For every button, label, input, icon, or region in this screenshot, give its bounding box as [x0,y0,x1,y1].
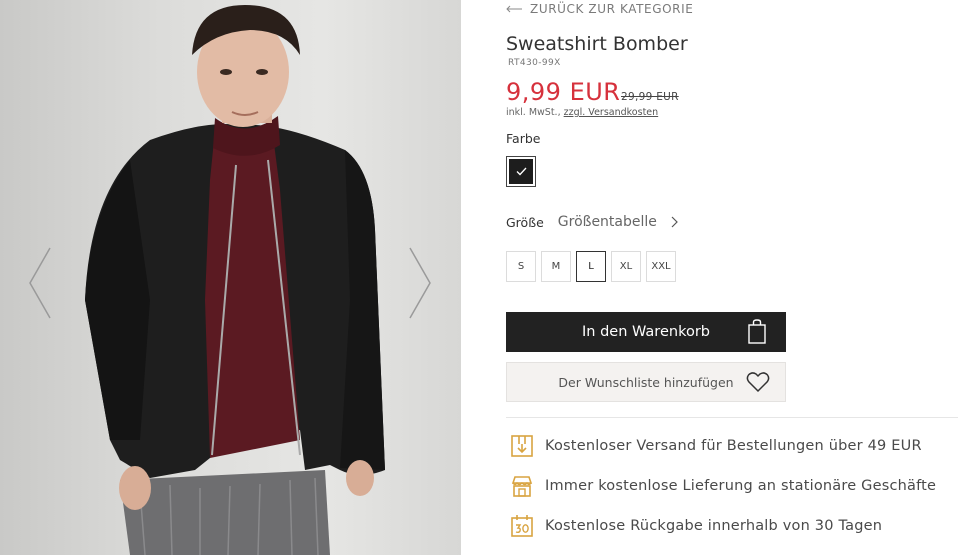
color-swatch-black[interactable] [506,156,536,187]
product-details-panel: ZURÜCK ZUR KATEGORIE Sweatshirt Bomber R… [461,0,958,555]
benefit-store-delivery-text: Immer kostenlose Lieferung an stationäre… [545,478,937,494]
product-sku: RT430-99X [508,58,561,68]
gallery-prev-arrow-icon[interactable] [28,246,52,320]
old-price: 29,99 EUR [621,91,679,103]
benefit-free-returns-text: Kostenlose Rückgabe innerhalb von 30 Tag… [545,518,883,534]
chevron-right-icon [671,216,678,228]
arrow-left-icon [506,5,522,13]
calendar-30-icon [509,513,535,539]
checkmark-icon [516,167,526,176]
size-chart-link[interactable]: Größentabelle [558,214,678,230]
benefit-free-shipping: Kostenloser Versand für Bestellungen übe… [509,433,922,459]
product-title: Sweatshirt Bomber [506,33,688,55]
add-to-cart-label: In den Warenkorb [582,324,710,340]
benefit-free-returns: Kostenlose Rückgabe innerhalb von 30 Tag… [509,513,882,539]
size-option-xxl[interactable]: XXL [646,251,676,282]
divider [506,417,958,418]
shopping-bag-icon [748,319,766,344]
heart-icon [746,372,770,393]
tax-info: inkl. MwSt., zzgl. Versandkosten [506,107,658,118]
size-header: Größe Größentabelle [506,214,678,230]
back-to-category-label: ZURÜCK ZUR KATEGORIE [530,2,694,16]
size-chart-label: Größentabelle [557,214,657,230]
store-icon [509,473,535,499]
product-photo [85,5,385,555]
tax-info-text: inkl. MwSt., [506,107,564,118]
product-image-gallery [0,0,461,555]
size-option-l[interactable]: L [576,251,606,282]
benefit-free-shipping-text: Kostenloser Versand für Bestellungen übe… [545,438,922,454]
size-options: S M L XL XXL [506,251,676,282]
add-to-cart-button[interactable]: In den Warenkorb [506,312,786,352]
size-option-xl[interactable]: XL [611,251,641,282]
color-label: Farbe [506,131,541,146]
gallery-next-arrow-icon[interactable] [408,246,432,320]
shipping-box-icon [509,433,535,459]
size-option-m[interactable]: M [541,251,571,282]
shipping-costs-link[interactable]: zzgl. Versandkosten [564,107,659,118]
add-to-wishlist-button[interactable]: Der Wunschliste hinzufügen [506,362,786,402]
size-label: Größe [506,214,544,230]
add-to-wishlist-label: Der Wunschliste hinzufügen [558,374,734,390]
size-option-s[interactable]: S [506,251,536,282]
benefit-store-delivery: Immer kostenlose Lieferung an stationäre… [509,473,936,499]
current-price: 9,99 EUR [506,78,621,106]
back-to-category-link[interactable]: ZURÜCK ZUR KATEGORIE [506,1,693,17]
